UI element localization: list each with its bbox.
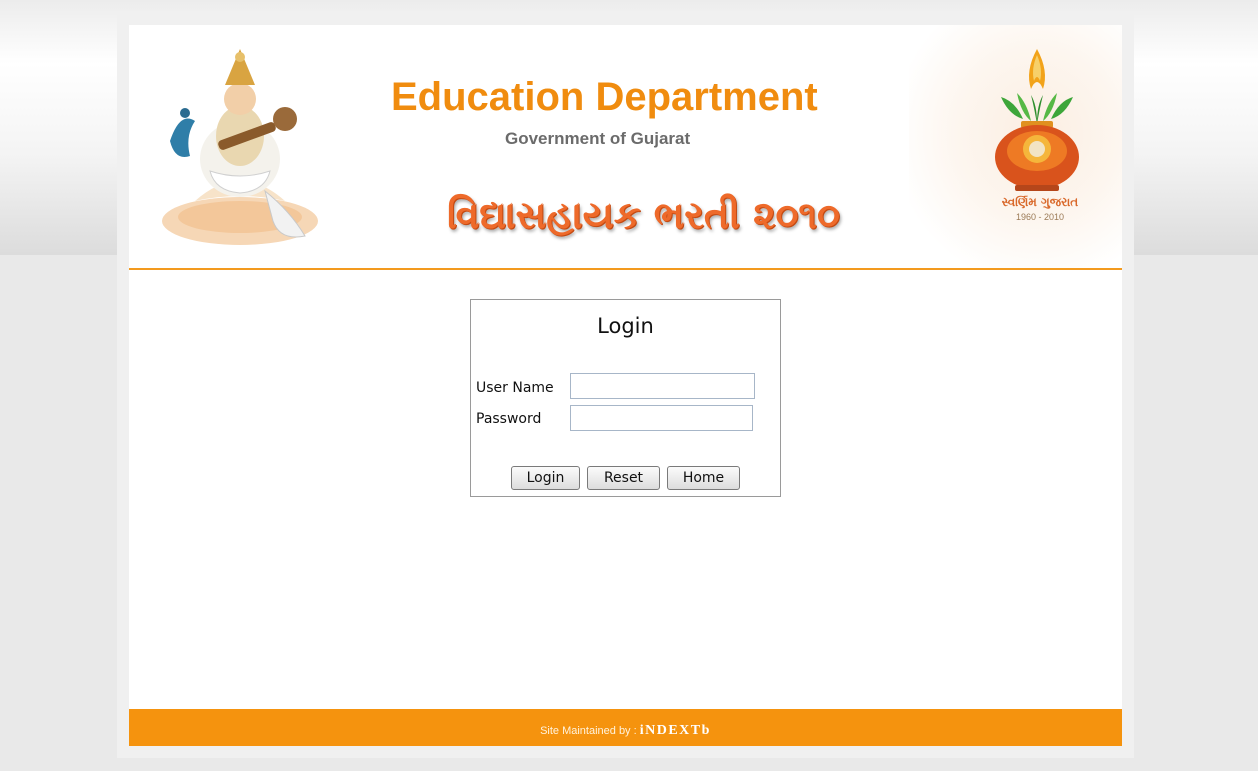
login-button[interactable]: Login <box>511 466 580 490</box>
username-label: User Name <box>476 380 554 396</box>
swarnim-gujarat-logo <box>995 49 1079 191</box>
swarnim-years: 1960 - 2010 <box>1015 212 1065 222</box>
footer-label: Site Maintained by : <box>540 725 640 737</box>
header-banner: Education Department Government of Gujar… <box>129 25 1122 268</box>
login-panel: Login User Name Password Login Reset Hom… <box>470 299 781 497</box>
reset-button[interactable]: Reset <box>587 466 660 490</box>
saraswati-image <box>162 49 318 245</box>
header-divider <box>129 268 1122 270</box>
footer-bar: Site Maintained by : iNDEXTb <box>129 709 1122 746</box>
page-subtitle: Government of Gujarat <box>505 129 691 148</box>
password-label: Password <box>476 411 542 427</box>
page-title: Education Department <box>391 75 818 119</box>
footer-credit: Site Maintained by : iNDEXTb <box>129 719 1122 739</box>
username-input[interactable] <box>570 373 755 399</box>
page-container: Education Department Government of Gujar… <box>129 25 1122 746</box>
login-title: Login <box>597 314 654 338</box>
password-input[interactable] <box>570 405 753 431</box>
recruitment-title: વિદ્યાસહાયક ભરતી ૨૦૧૦ <box>447 193 840 237</box>
footer-brand-link[interactable]: iNDEXTb <box>640 723 711 738</box>
home-button[interactable]: Home <box>667 466 740 490</box>
swarnim-caption: સ્વર્ણિમ ગુજરાત <box>1001 195 1079 209</box>
